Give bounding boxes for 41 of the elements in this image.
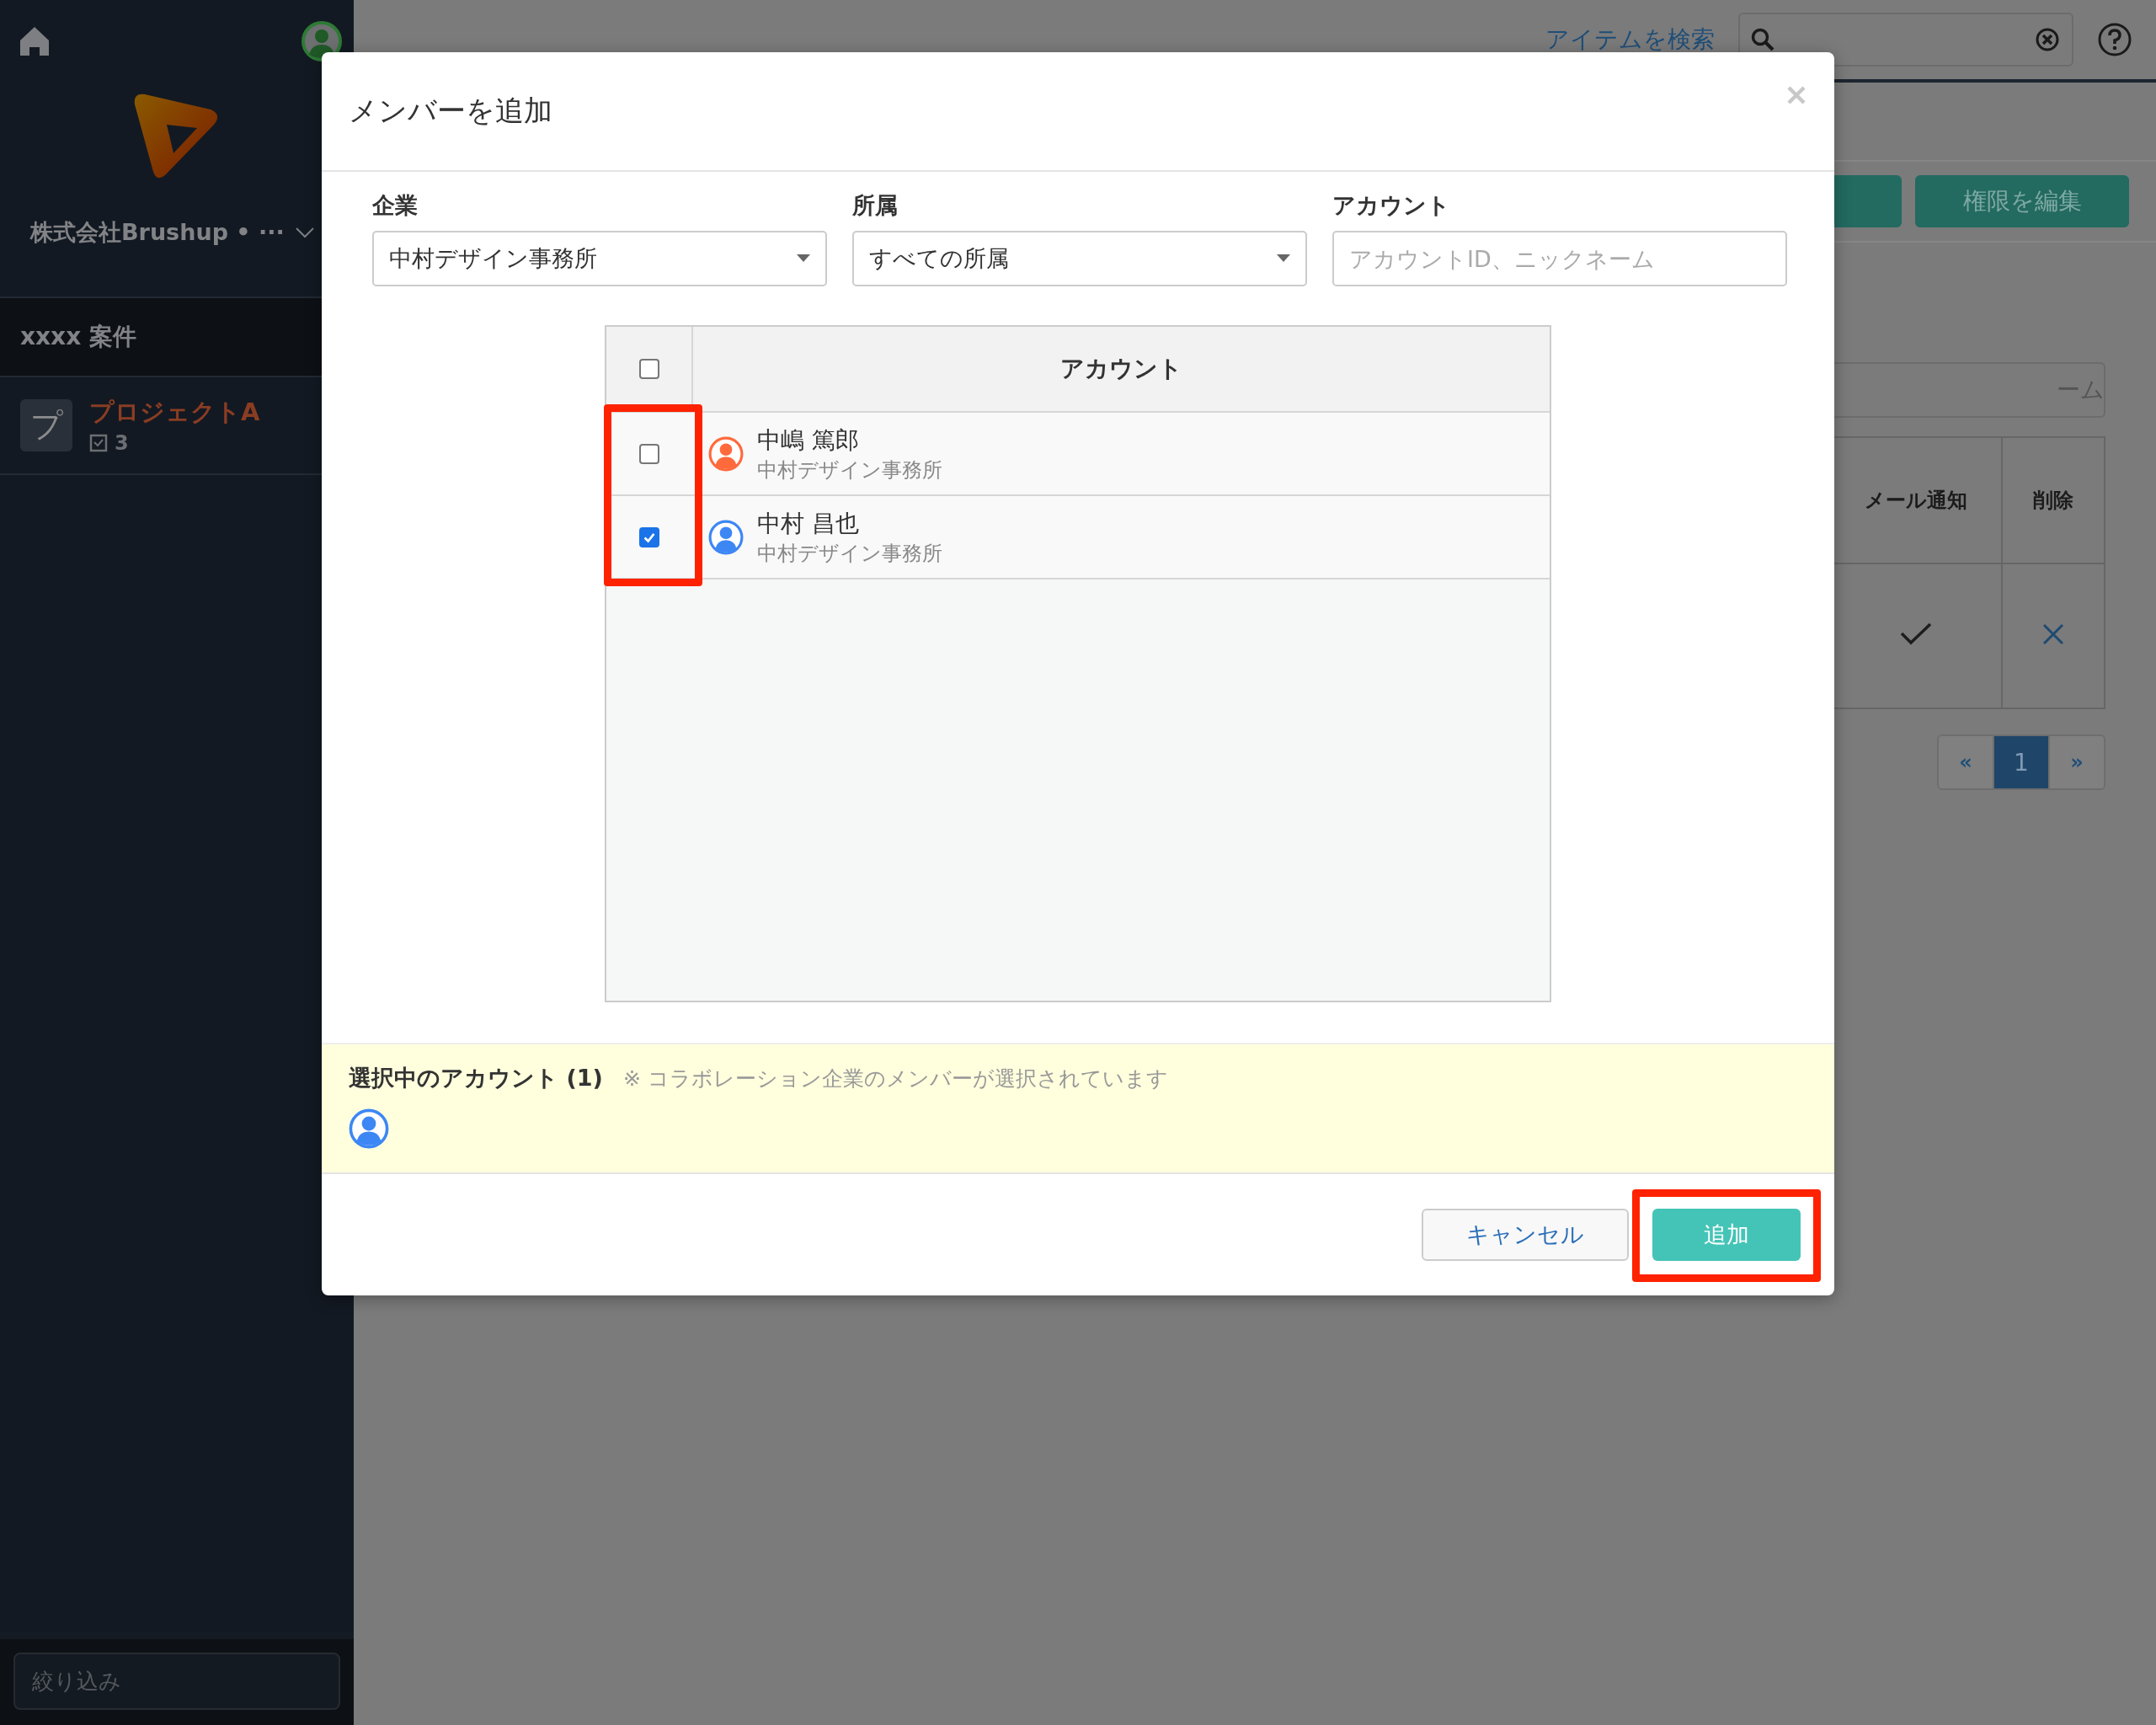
action-button[interactable]: 権限を編集 [1915,175,2129,227]
user-company: 中村デザイン事務所 [757,540,942,567]
clear-icon[interactable] [2035,27,2060,52]
task-count: 3 [115,431,129,455]
checkbox[interactable] [638,443,659,464]
section-title: xxxx 案件 [20,322,136,352]
column-header: 削除 [2002,437,2105,563]
company-name[interactable]: 株式会社Brushup • ··· [30,217,285,248]
field-label: 所属 [852,191,899,220]
search-link[interactable]: アイテムを検索 [1545,24,1715,56]
project-initial: プ [20,399,72,451]
help-icon[interactable] [2097,22,2132,57]
chevron-down-icon[interactable] [294,227,315,238]
caret-icon [797,254,810,263]
dropdown[interactable]: 中村デザイン事務所 [372,231,827,286]
account-search-field[interactable]: アカウントID、ニックネーム [1332,231,1787,286]
checkbox[interactable] [638,526,659,547]
page-button[interactable]: 1 [1993,736,2050,788]
selection-title: 選択中のアカウント (1) [349,1064,603,1092]
dialog-title: メンバーを追加 [349,93,552,129]
checkbox[interactable] [638,359,659,379]
task-icon [89,434,108,452]
next-page-button[interactable]: » [2050,736,2104,788]
caret-icon [1277,254,1290,263]
column-header: アカウント [1060,354,1182,384]
home-icon[interactable] [19,25,51,57]
add-button[interactable]: 追加 [1652,1209,1801,1261]
user-company: 中村デザイン事務所 [757,457,942,483]
user-avatar-icon[interactable] [302,21,342,61]
selection-note: ※ コラボレーション企業のメンバーが選択されています [622,1065,1168,1092]
filter-field[interactable]: 絞り込み [13,1653,340,1710]
project-name: プロジェクトA [89,397,260,428]
cancel-button[interactable]: キャンセル [1422,1209,1629,1261]
dropdown[interactable]: すべての所属 [852,231,1307,286]
user-name: 中嶋 篤郎 [757,425,860,456]
previous-page-button[interactable]: « [1939,736,1993,788]
field-label: アカウント [1332,191,1451,220]
delete-icon[interactable] [2041,622,2065,646]
user-name: 中村 昌也 [757,508,860,539]
search-icon [1750,27,1775,52]
field-label: 企業 [372,191,419,220]
